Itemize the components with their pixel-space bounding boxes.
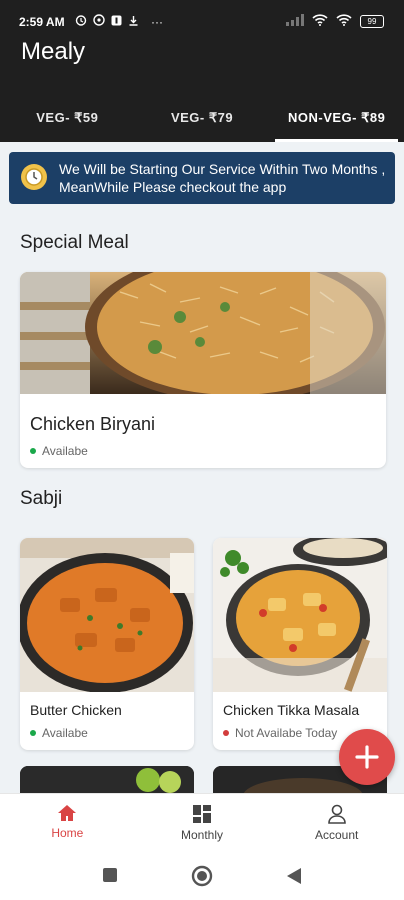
price-tabs: VEG- ₹59 VEG- ₹79 NON-VEG- ₹89 <box>0 98 404 142</box>
available-dot <box>30 448 36 454</box>
app-header: 2:59 AM ··· 99 Mealy VEG- ₹59 VEG- ₹79 N… <box>0 0 404 142</box>
nav-home-label: Home <box>51 826 84 840</box>
notification-icons: ··· <box>75 14 163 29</box>
banner-message: We Will be Starting Our Service Within T… <box>59 161 386 195</box>
grid-icon <box>193 805 211 823</box>
tab-non-veg-89[interactable]: NON-VEG- ₹89 <box>269 98 404 142</box>
sabji-item-status-text: Not Availabe Today <box>235 726 338 740</box>
sabji-item-status: Availabe <box>30 726 88 740</box>
sabji-item-status: Not Availabe Today <box>223 726 337 740</box>
biryani-image <box>20 272 386 402</box>
home-circle-icon[interactable] <box>191 865 213 887</box>
whatsapp-icon <box>93 14 105 29</box>
battery-icon: 99 <box>360 15 384 28</box>
recents-icon[interactable] <box>102 867 118 883</box>
nav-account[interactable]: Account <box>269 794 404 851</box>
more-notifications-icon: ··· <box>151 14 163 29</box>
special-meal-heading: Special Meal <box>20 232 129 253</box>
unavailable-dot <box>223 730 229 736</box>
special-meal-name: Chicken Biryani <box>30 414 156 434</box>
special-meal-card[interactable]: Chicken Biryani Availabe <box>20 272 386 468</box>
back-triangle-icon[interactable] <box>286 867 302 885</box>
clock-icon <box>21 164 47 190</box>
bottom-navigation: Home Monthly Account <box>0 793 404 851</box>
nav-account-label: Account <box>315 828 359 842</box>
special-meal-status-text: Availabe <box>42 444 88 458</box>
app-notification-icon <box>111 15 122 29</box>
system-navigation-bar <box>0 850 404 900</box>
butter-chicken-image <box>20 538 194 692</box>
sabji-item-status-text: Availabe <box>42 726 88 740</box>
download-icon <box>128 15 139 29</box>
status-bar: 2:59 AM ··· 99 <box>0 0 404 40</box>
chicken-tikka-masala-image <box>213 538 387 692</box>
system-status-icons: 99 <box>286 14 384 29</box>
sabji-item-name: Butter Chicken <box>30 702 122 718</box>
sabji-card-chicken-tikka-masala[interactable]: Chicken Tikka Masala Not Availabe Today <box>213 538 387 750</box>
add-button[interactable] <box>339 729 395 785</box>
status-time: 2:59 AM <box>19 15 65 29</box>
wifi-icon <box>312 14 328 29</box>
tab-veg-79[interactable]: VEG- ₹79 <box>135 98 270 142</box>
signal-icon <box>286 14 304 29</box>
available-dot <box>30 730 36 736</box>
sabji-heading: Sabji <box>20 488 63 509</box>
app-title: Mealy <box>21 38 86 65</box>
nav-monthly-label: Monthly <box>180 828 224 842</box>
special-meal-status: Availabe <box>30 444 88 458</box>
person-icon <box>327 804 346 824</box>
tab-veg-59[interactable]: VEG- ₹59 <box>0 98 135 142</box>
plus-icon <box>355 745 379 769</box>
nav-home[interactable]: Home <box>0 794 135 851</box>
alarm-icon <box>75 14 87 29</box>
home-icon <box>58 805 77 821</box>
sabji-card-butter-chicken[interactable]: Butter Chicken Availabe <box>20 538 194 750</box>
nav-monthly[interactable]: Monthly <box>135 794 270 851</box>
service-notice-banner: We Will be Starting Our Service Within T… <box>9 152 395 204</box>
sabji-item-name: Chicken Tikka Masala <box>223 702 360 718</box>
wifi-icon-secondary <box>336 14 352 29</box>
